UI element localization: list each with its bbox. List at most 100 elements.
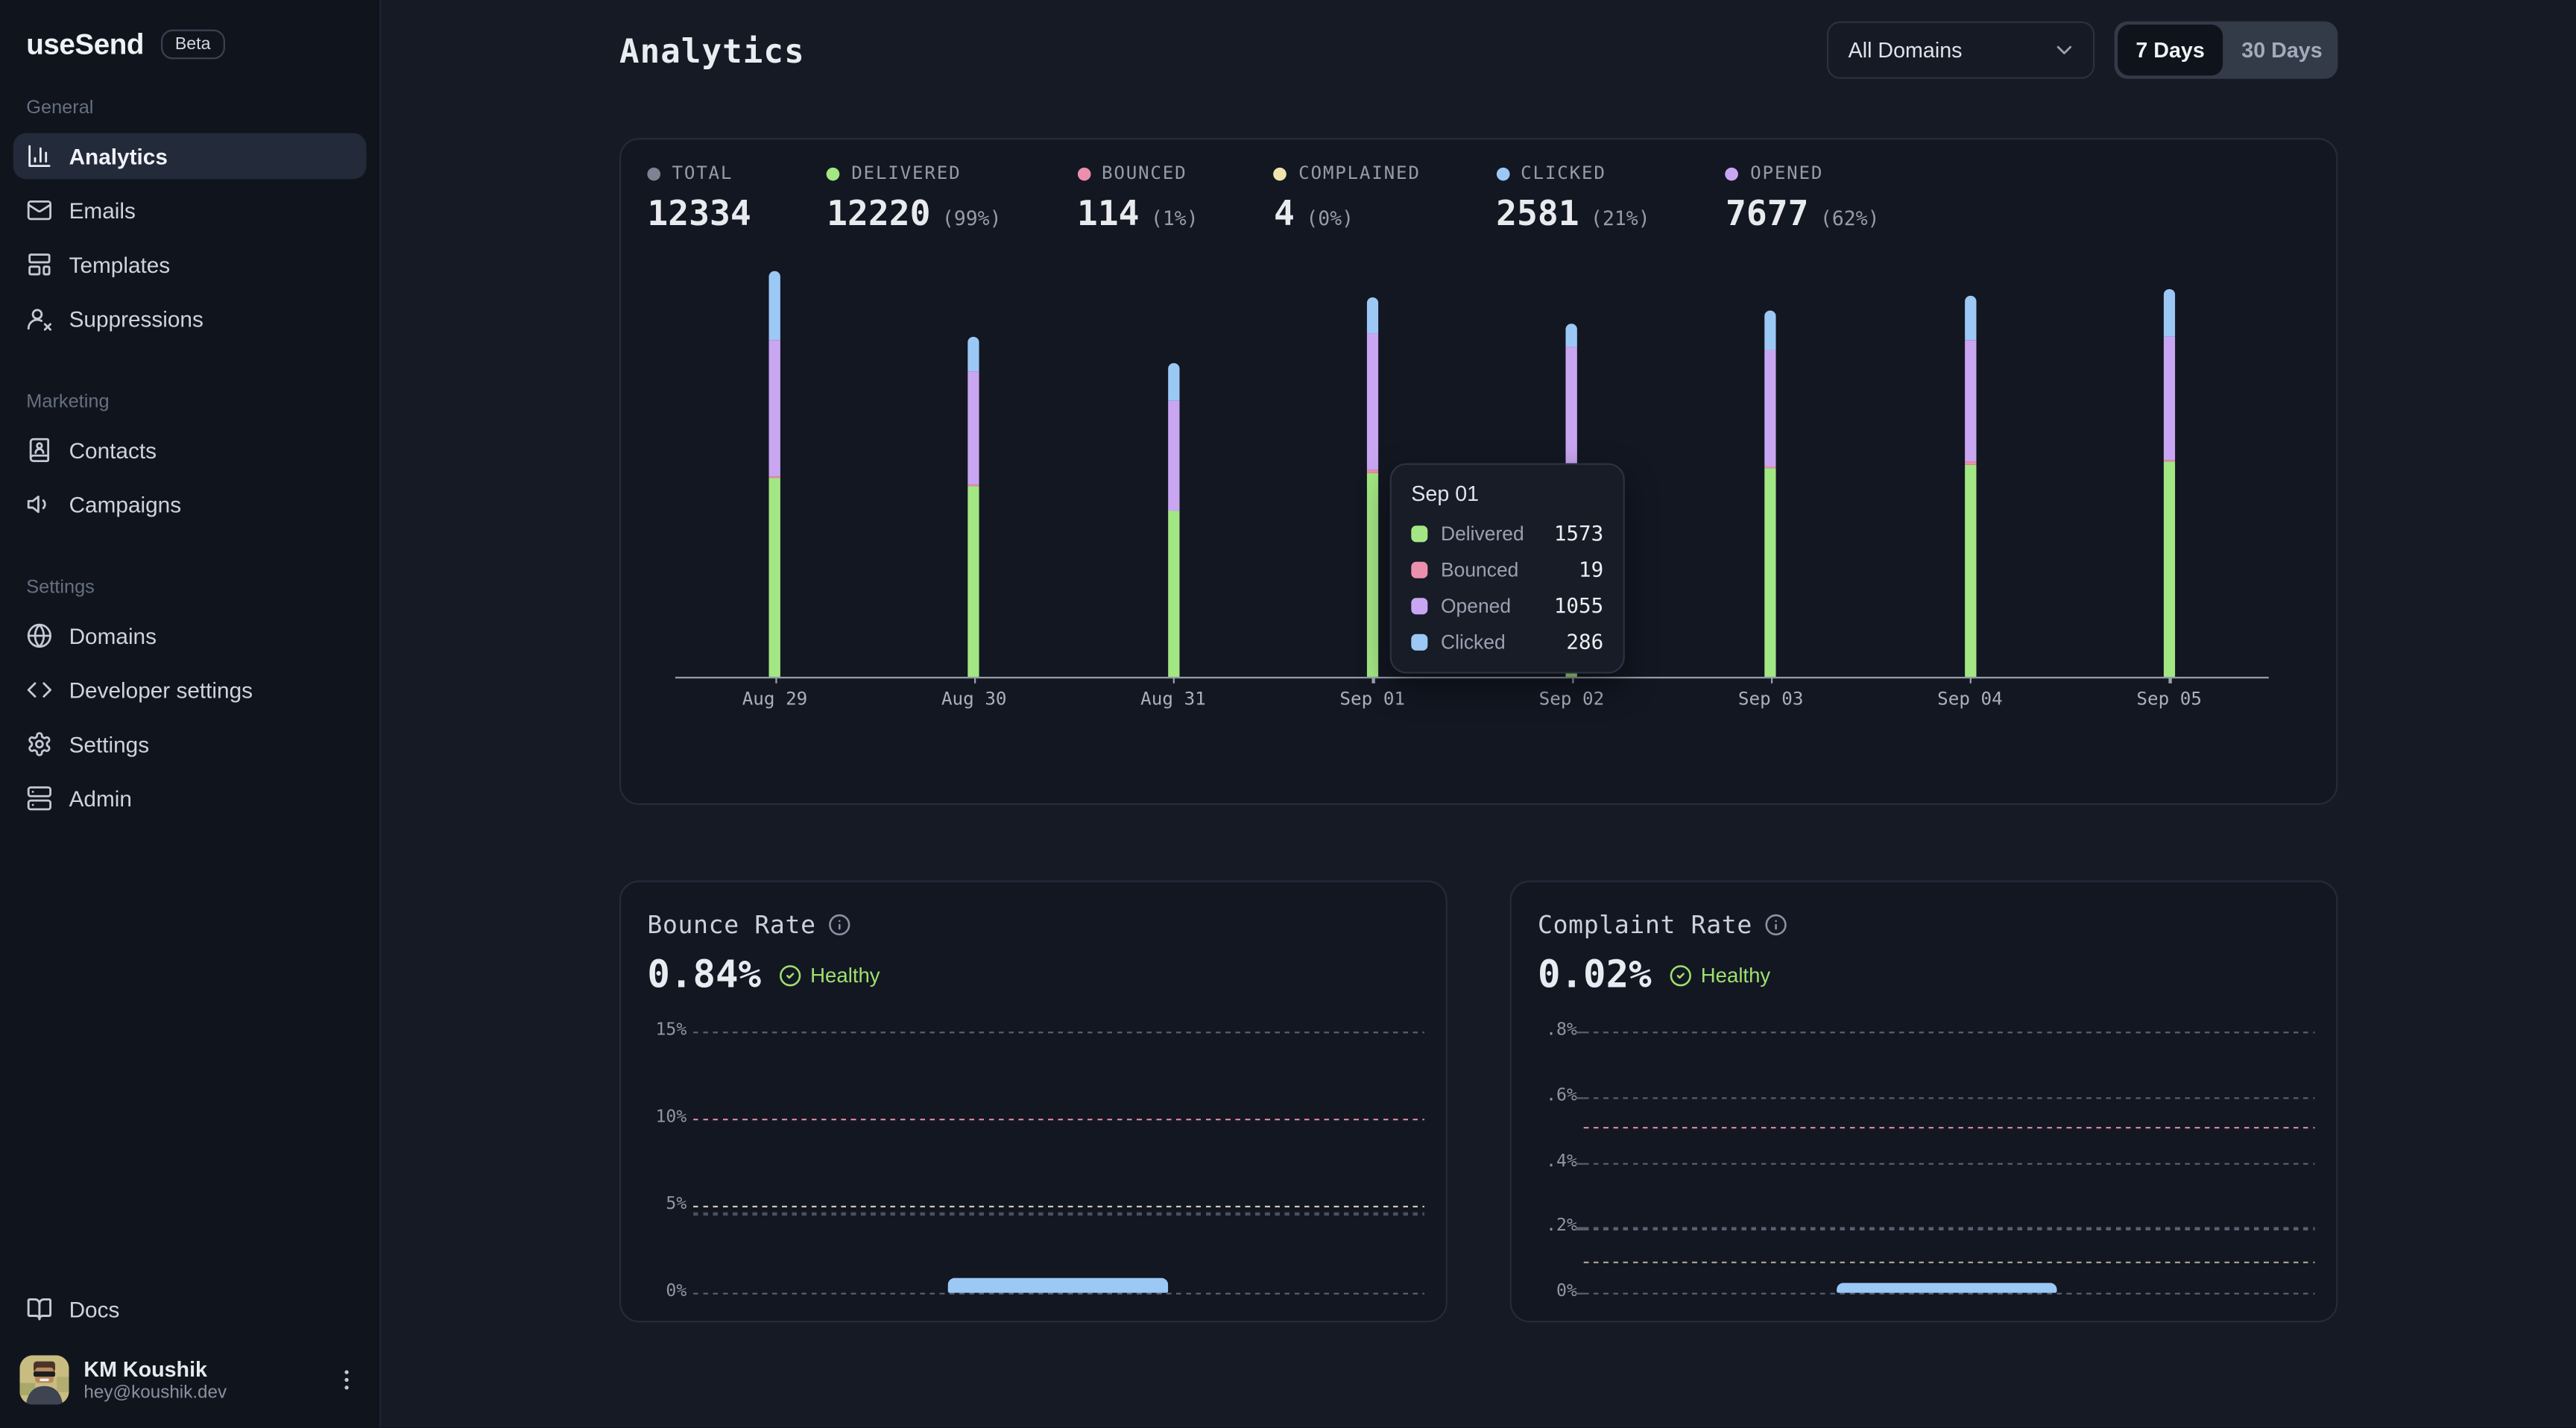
info-icon[interactable] (827, 913, 850, 936)
stacked-bar-sep-04[interactable] (1964, 297, 1975, 677)
page-title: Analytics (619, 31, 805, 71)
info-icon[interactable] (1764, 913, 1787, 936)
y-axis-label: 0% (1538, 1281, 1577, 1301)
docs-label: Docs (69, 1298, 120, 1322)
bounce-rate-value-row: 0.84% Healthy (647, 955, 880, 997)
sidebar-item-suppressions[interactable]: Suppressions (13, 296, 367, 342)
sidebar-item-analytics[interactable]: Analytics (13, 133, 367, 180)
chart-tooltip: Sep 01 Delivered1573Bounced19Opened1055C… (1390, 464, 1625, 674)
stat-value-row: 7677(62%) (1726, 194, 1880, 233)
mail-icon (26, 197, 52, 223)
stat-color-dot (1496, 167, 1509, 180)
sidebar-item-campaigns[interactable]: Campaigns (13, 481, 367, 528)
stacked-bar-aug-30[interactable] (968, 336, 979, 677)
sidebar-item-label: Admin (69, 786, 132, 811)
y-axis-tickmark (1576, 1228, 1584, 1230)
user-email: hey@koushik.dev (83, 1381, 318, 1404)
rate-bar[interactable] (1836, 1283, 2056, 1292)
stacked-bar-sep-03[interactable] (1765, 311, 1776, 677)
sidebar-section-label-general: General (26, 97, 353, 120)
megaphone-icon (26, 491, 52, 517)
stacked-bar-aug-31[interactable] (1167, 362, 1178, 677)
stat-color-dot (647, 167, 660, 180)
bounce-rate-card: Bounce Rate 0.84% Healthy 15%10%5%0% (619, 880, 1448, 1322)
stat-value: 7677 (1726, 194, 1808, 233)
tooltip-row-value: 1055 (1554, 593, 1603, 618)
bar-segment-delivered (2163, 461, 2174, 677)
sidebar-item-label: Developer settings (69, 677, 253, 702)
sidebar-section-label-marketing: Marketing (26, 391, 353, 414)
stacked-bar-chart: Sep 01 Delivered1573Bounced19Opened1055C… (675, 271, 2269, 677)
tooltip-color-square (1411, 634, 1427, 650)
sidebar-item-contacts[interactable]: Contacts (13, 427, 367, 473)
bar-segment-opened (1367, 334, 1378, 470)
complaint-rate-chart: .8%.6%.4%.2%0% (1538, 1020, 2315, 1309)
stat-label: TOTAL (672, 162, 733, 184)
gridline (1584, 1031, 2315, 1034)
date-range-toggle: 7 Days 30 Days (2115, 22, 2338, 79)
y-axis-label: 5% (647, 1194, 686, 1213)
stacked-bar-sep-01[interactable] (1367, 297, 1378, 677)
stacked-bar-aug-29[interactable] (769, 271, 780, 677)
y-axis-label: .2% (1538, 1216, 1577, 1236)
bar-segment-opened (769, 341, 780, 477)
stat-value: 2581 (1496, 194, 1579, 233)
x-axis-tick (1173, 677, 1175, 683)
sidebar-item-docs[interactable]: Docs (13, 1286, 367, 1333)
gridline (1584, 1097, 2315, 1099)
app: useSend Beta GeneralAnalyticsEmailsTempl… (0, 0, 2576, 1428)
bar-segment-clicked (1566, 323, 1577, 347)
x-axis-tick (2169, 677, 2171, 683)
tooltip-row-delivered: Delivered1573 (1411, 521, 1603, 546)
sidebar-item-templates[interactable]: Templates (13, 241, 367, 288)
y-axis-label: 10% (647, 1108, 686, 1127)
x-axis-label: Sep 01 (1307, 689, 1438, 710)
rate-bar[interactable] (947, 1278, 1167, 1293)
sidebar-item-domains[interactable]: Domains (13, 613, 367, 659)
sidebar-item-settings[interactable]: Settings (13, 721, 367, 768)
stat-bounced: BOUNCED 114 (1%) (1077, 162, 1199, 233)
range-30-days-button[interactable]: 30 Days (2229, 25, 2334, 75)
gridline (693, 1293, 1424, 1295)
bar-segment-delivered (1765, 469, 1776, 677)
x-axis-tick (974, 677, 976, 683)
tooltip-row-label: Clicked (1441, 630, 1553, 653)
domain-filter-select[interactable]: All Domains (1827, 22, 2094, 79)
domain-filter-value: All Domains (1849, 38, 2052, 63)
x-axis-line (675, 676, 2269, 678)
stat-percent: (1%) (1151, 207, 1199, 230)
sidebar-item-admin[interactable]: Admin (13, 775, 367, 821)
stat-percent: (0%) (1306, 207, 1354, 230)
y-axis-tickmark (1576, 1293, 1584, 1295)
book-user-icon (26, 437, 52, 463)
stat-percent: (21%) (1591, 207, 1650, 230)
globe-icon (26, 622, 52, 648)
bounce-status-text: Healthy (810, 964, 880, 988)
tooltip-rows: Delivered1573Bounced19Opened1055Clicked2… (1411, 521, 1603, 654)
stat-label: COMPLAINED (1298, 162, 1421, 184)
stat-label-row: BOUNCED (1077, 162, 1199, 184)
range-7-days-button[interactable]: 7 Days (2118, 25, 2223, 75)
tooltip-color-square (1411, 561, 1427, 578)
chart-column-icon (26, 143, 52, 169)
gridline (693, 1031, 1424, 1034)
kebab-menu-icon[interactable] (333, 1367, 359, 1393)
sidebar-item-label: Campaigns (69, 492, 182, 516)
stat-value: 12220 (827, 194, 930, 233)
user-x-icon (26, 306, 52, 332)
stat-color-dot (1077, 167, 1090, 180)
y-axis-tickmark (1576, 1162, 1584, 1164)
stat-color-dot (827, 167, 840, 180)
tooltip-row-clicked: Clicked286 (1411, 629, 1603, 654)
bar-segment-clicked (2163, 289, 2174, 338)
sidebar-item-emails[interactable]: Emails (13, 187, 367, 233)
app-logo[interactable]: useSend (26, 27, 144, 61)
threshold-line (1584, 1262, 2315, 1264)
x-axis-label: Sep 04 (1904, 689, 2036, 710)
stacked-bar-sep-05[interactable] (2163, 289, 2174, 677)
user-menu[interactable]: KM Koushik hey@koushik.dev (19, 1356, 359, 1405)
stat-value: 114 (1077, 194, 1140, 233)
bar-segment-delivered (968, 487, 979, 677)
sidebar-item-developer-settings[interactable]: Developer settings (13, 667, 367, 713)
bar-segment-opened (2163, 338, 2174, 460)
